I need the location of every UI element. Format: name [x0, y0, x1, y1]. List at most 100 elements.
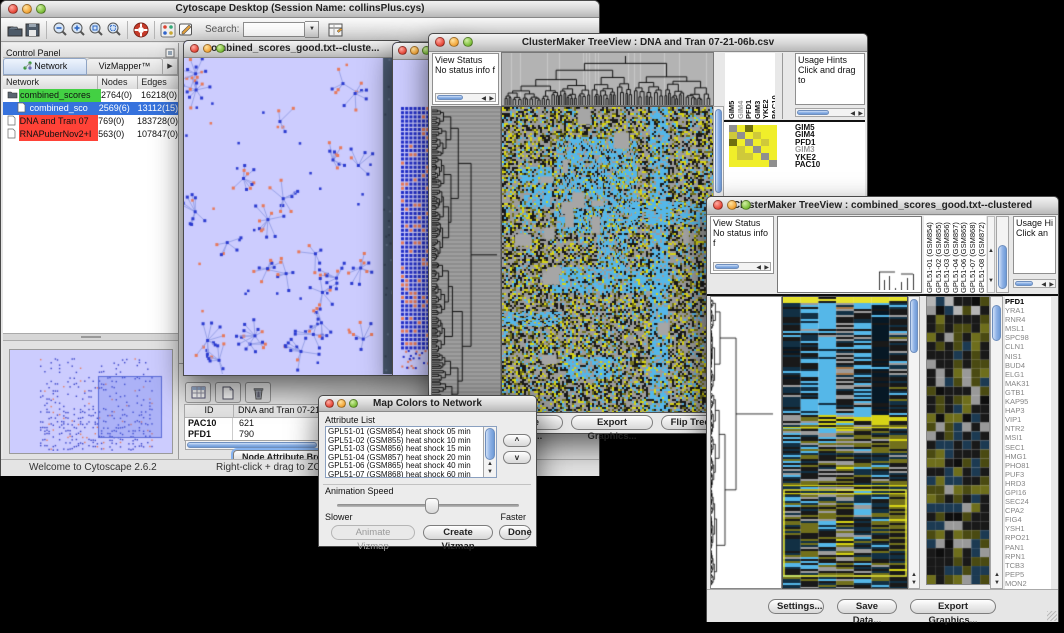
panel-splitter[interactable]: [3, 333, 178, 341]
gene-label[interactable]: NIS1: [1005, 352, 1051, 361]
matrix-cell[interactable]: [729, 125, 737, 132]
create-vizmap-button[interactable]: Create Vizmap: [423, 525, 493, 540]
attribute-item[interactable]: GPL51-07 (GSM868) heat shock 60 min: [328, 471, 480, 478]
matrix-cell[interactable]: [753, 160, 761, 167]
dialog-titlebar[interactable]: Map Colors to Network: [319, 396, 536, 412]
matrix-cell[interactable]: [729, 146, 737, 153]
tv2-usage-hscrollbar[interactable]: ◀ ▶: [1013, 279, 1056, 288]
tv2-collabel-vscrollbar[interactable]: [996, 216, 1009, 293]
save-session-icon[interactable]: [24, 21, 42, 39]
matrix-cell[interactable]: [745, 139, 753, 146]
search-input[interactable]: [243, 22, 305, 37]
zoom-button[interactable]: [741, 200, 751, 210]
matrix-cell[interactable]: [753, 132, 761, 139]
treeview2-titlebar[interactable]: ClusterMaker TreeView : combined_scores_…: [707, 197, 1058, 215]
tv2-heatmap-vscrollbar[interactable]: ▲ ▼: [908, 296, 920, 589]
gene-label[interactable]: VIP1: [1005, 415, 1051, 424]
gene-label[interactable]: KAP95: [1005, 397, 1051, 406]
tv2-row-dendrogram[interactable]: [710, 296, 782, 589]
matrix-cell[interactable]: [729, 153, 737, 160]
table-row[interactable]: RNAPuberNov2+I563(0)107847(0): [3, 128, 178, 141]
matrix-cell[interactable]: [761, 153, 769, 160]
zoom-in-icon[interactable]: [69, 21, 87, 39]
tv1-column-label[interactable]: PAC10: [771, 53, 775, 119]
gene-label[interactable]: HMG1: [1005, 452, 1051, 461]
network-canvas[interactable]: [184, 58, 399, 374]
gene-label[interactable]: MSL1: [1005, 324, 1051, 333]
tv2-gene-vscrollbar[interactable]: ▲ ▼: [990, 296, 1003, 589]
minimize-button[interactable]: [22, 4, 32, 14]
open-session-icon[interactable]: [6, 21, 24, 39]
animate-vizmap-button[interactable]: Animate Vizmap: [331, 525, 415, 540]
zoom-button[interactable]: [216, 44, 225, 53]
gene-label[interactable]: MON2: [1005, 579, 1051, 588]
zoom-selected-icon[interactable]: [87, 21, 105, 39]
minimize-button[interactable]: [410, 46, 419, 55]
zoom-fit-icon[interactable]: [105, 21, 123, 39]
matrix-cell[interactable]: [737, 146, 745, 153]
matrix-cell[interactable]: [753, 125, 761, 132]
matrix-cell[interactable]: [729, 132, 737, 139]
tv1-usage-hscrollbar[interactable]: ◀ ▶: [795, 108, 865, 117]
matrix-cell[interactable]: [745, 146, 753, 153]
animation-speed-slider[interactable]: [337, 504, 519, 507]
matrix-cell[interactable]: [769, 153, 777, 160]
matrix-cell[interactable]: [769, 132, 777, 139]
gene-label[interactable]: MSI1: [1005, 433, 1051, 442]
matrix-cell[interactable]: [745, 132, 753, 139]
tv2-heatmap[interactable]: [782, 296, 908, 589]
matrix-cell[interactable]: [761, 139, 769, 146]
tv2-column-label[interactable]: GPL51-08 (GSM872): [978, 216, 986, 293]
close-button[interactable]: [8, 4, 18, 14]
view-status-hscrollbar[interactable]: ◀ ▶: [435, 93, 496, 102]
attribute-list[interactable]: GPL51-01 (GSM854) heat shock 05 minGPL51…: [325, 426, 497, 478]
vizmapper-icon[interactable]: [159, 21, 177, 39]
tv1-zoom-matrix[interactable]: [729, 125, 777, 167]
gene-label[interactable]: TCB3: [1005, 561, 1051, 570]
gene-label[interactable]: MAK31: [1005, 379, 1051, 388]
tv2-export-graphics-button[interactable]: Export Graphics...: [910, 599, 996, 614]
matrix-cell[interactable]: [737, 125, 745, 132]
matrix-cell[interactable]: [769, 139, 777, 146]
matrix-cell[interactable]: [729, 160, 737, 167]
table-row[interactable]: combined_scores2764(0)16218(0): [3, 89, 178, 102]
network-overview-panel[interactable]: [9, 349, 173, 454]
matrix-cell[interactable]: [761, 125, 769, 132]
close-button[interactable]: [190, 44, 199, 53]
close-button[interactable]: [325, 399, 334, 408]
matrix-cell[interactable]: [753, 153, 761, 160]
gene-label[interactable]: ELG1: [1005, 370, 1051, 379]
gene-label[interactable]: FIG4: [1005, 515, 1051, 524]
zoom-button[interactable]: [349, 399, 358, 408]
tv1-row-dendrogram[interactable]: [431, 106, 501, 413]
gene-label[interactable]: YRA1: [1005, 306, 1051, 315]
gene-label[interactable]: SEC1: [1005, 443, 1051, 452]
gene-label[interactable]: GTB1: [1005, 388, 1051, 397]
table-row[interactable]: combined_sco2569(6)13112(15): [3, 102, 178, 115]
id-column-header[interactable]: ID: [185, 405, 234, 417]
tv2-settings-button[interactable]: Settings...: [768, 599, 824, 614]
minimize-button[interactable]: [727, 200, 737, 210]
matrix-cell[interactable]: [761, 160, 769, 167]
gene-label[interactable]: BUD4: [1005, 361, 1051, 370]
tab-network[interactable]: Network: [3, 58, 87, 75]
attribute-browser-icon[interactable]: [327, 21, 345, 39]
gene-label[interactable]: CLN1: [1005, 342, 1051, 351]
zoom-button[interactable]: [463, 37, 473, 47]
help-icon[interactable]: [132, 21, 150, 39]
tv2-view-status-hscrollbar[interactable]: ◀ ▶: [713, 262, 771, 271]
gene-label[interactable]: RNR4: [1005, 315, 1051, 324]
gene-label[interactable]: SEC24: [1005, 497, 1051, 506]
matrix-cell[interactable]: [745, 153, 753, 160]
gene-label[interactable]: PEP5: [1005, 570, 1051, 579]
gene-label[interactable]: GPI16: [1005, 488, 1051, 497]
gene-label[interactable]: HRD3: [1005, 479, 1051, 488]
matrix-cell[interactable]: [761, 146, 769, 153]
zoom-button[interactable]: [36, 4, 46, 14]
col-edges[interactable]: Edges: [138, 76, 178, 89]
network-view-titlebar[interactable]: combined_scores_good.txt--cluste...: [184, 41, 401, 58]
treeview1-titlebar[interactable]: ClusterMaker TreeView : DNA and Tran 07-…: [429, 34, 867, 52]
matrix-cell[interactable]: [729, 139, 737, 146]
gene-label[interactable]: YSH1: [1005, 524, 1051, 533]
tv2-column-dendrogram[interactable]: [777, 216, 922, 293]
